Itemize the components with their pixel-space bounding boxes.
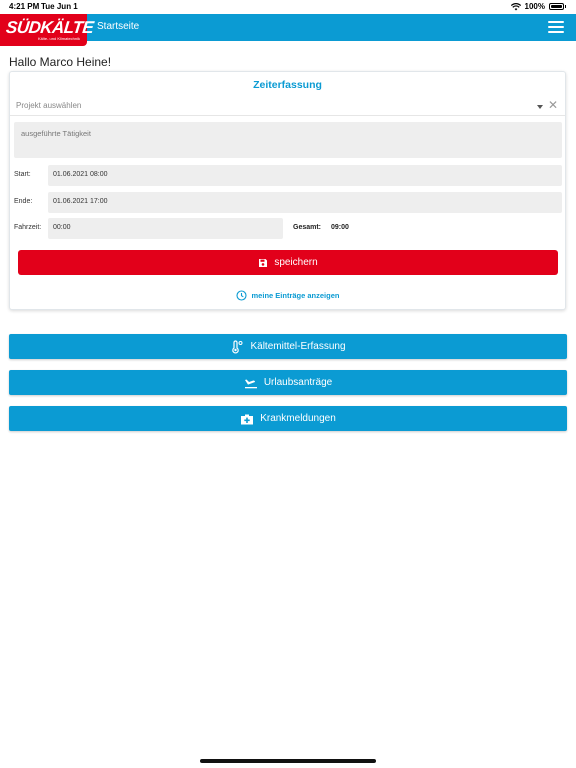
chevron-down-icon[interactable] — [537, 105, 543, 109]
time-entry-card: Zeiterfassung Projekt auswählen ✕ ausgef… — [9, 71, 566, 310]
vacation-requests-button[interactable]: Urlaubsanträge — [9, 370, 567, 395]
sick-notes-label: Krankmeldungen — [260, 413, 336, 424]
status-time: 4:21 PM — [9, 2, 40, 11]
project-select[interactable]: Projekt auswählen ✕ — [10, 98, 565, 116]
start-label: Start: — [14, 171, 31, 178]
greeting-text: Hallo Marco Heine! — [9, 55, 112, 69]
refrigerant-entry-label: Kältemittel-Erfassung — [250, 341, 346, 352]
clear-icon[interactable]: ✕ — [548, 99, 558, 111]
project-select-placeholder: Projekt auswählen — [16, 101, 82, 110]
end-label: Ende: — [14, 198, 33, 205]
medical-kit-icon — [241, 414, 254, 424]
logo-subtext: Kälte- und Klimatechnik — [38, 36, 81, 41]
sick-notes-button[interactable]: Krankmeldungen — [9, 406, 567, 431]
clock-icon — [235, 290, 247, 301]
end-datetime-input[interactable]: 01.06.2021 17:00 — [48, 192, 562, 213]
show-entries-link[interactable]: meine Einträge anzeigen — [10, 290, 565, 301]
travel-value: 00:00 — [53, 224, 71, 231]
save-icon — [259, 258, 268, 267]
sudkalte-logo[interactable]: SÜDKÄLTE Kälte- und Klimatechnik — [0, 14, 94, 46]
home-indicator[interactable] — [200, 759, 376, 763]
total-label: Gesamt: — [293, 224, 322, 231]
status-indicators: 100% — [510, 2, 566, 11]
show-entries-label: meine Einträge anzeigen — [251, 291, 340, 300]
start-datetime-input[interactable]: 01.06.2021 08:00 — [48, 165, 562, 186]
battery-percent: 100% — [524, 2, 545, 11]
hamburger-icon[interactable] — [548, 21, 564, 33]
battery-tip — [565, 5, 566, 8]
refrigerant-entry-button[interactable]: Kältemittel-Erfassung — [9, 334, 567, 359]
total-value: 09:00 — [331, 224, 349, 231]
save-label: speichern — [274, 257, 318, 268]
vacation-requests-label: Urlaubsanträge — [263, 377, 333, 388]
battery-icon — [549, 3, 564, 10]
card-title: Zeiterfassung — [253, 79, 322, 91]
logo-text: SÜDKÄLTE — [5, 18, 95, 37]
save-button[interactable]: speichern — [18, 250, 558, 275]
page-title: Startseite — [97, 21, 140, 32]
travel-label: Fahrzeit: — [14, 224, 42, 231]
status-date: Tue Jun 1 — [41, 2, 78, 11]
plane-icon — [244, 379, 257, 388]
status-bar: 4:21 PM Tue Jun 1 100% — [0, 0, 576, 14]
end-value: 01.06.2021 17:00 — [53, 198, 108, 205]
start-value: 01.06.2021 08:00 — [53, 171, 108, 178]
wifi-icon — [510, 2, 521, 10]
activity-placeholder: ausgeführte Tätigkeit — [21, 129, 91, 138]
thermometer-icon — [232, 339, 243, 353]
travel-time-input[interactable]: 00:00 — [48, 218, 283, 239]
activity-textarea[interactable]: ausgeführte Tätigkeit — [14, 122, 562, 158]
